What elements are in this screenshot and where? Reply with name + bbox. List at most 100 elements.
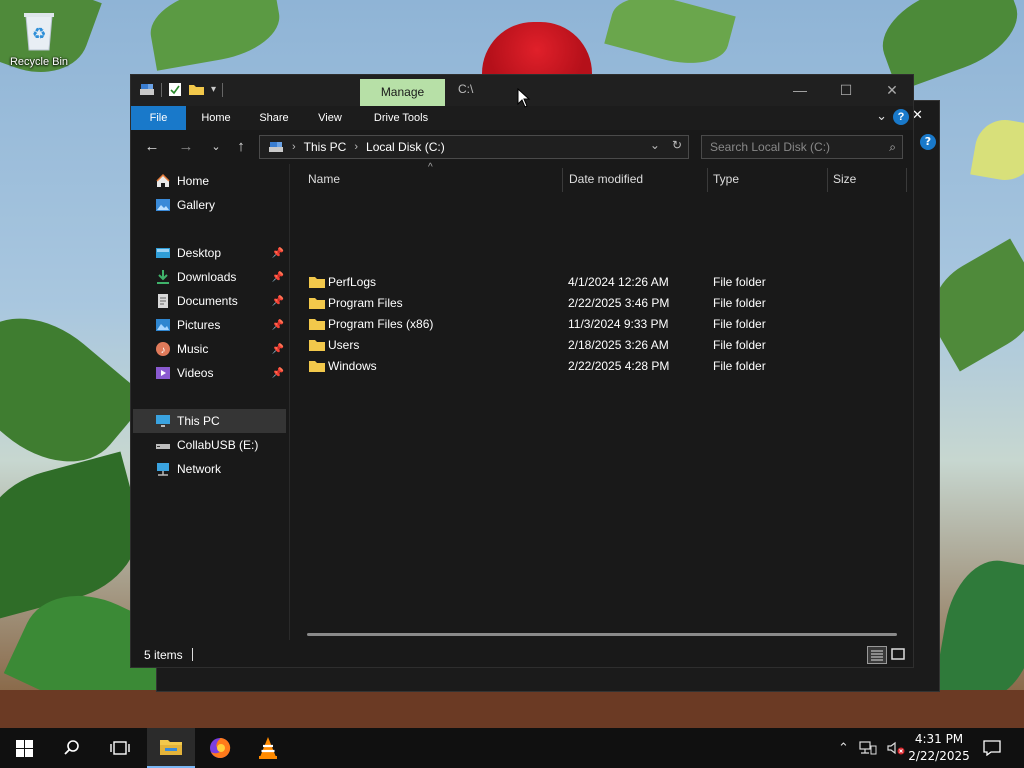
- taskbar: ⌃ 4:31 PM 2/22/2025: [0, 728, 1024, 768]
- sidebar-item-collabusb[interactable]: CollabUSB (E:): [133, 433, 286, 457]
- new-folder-icon[interactable]: [188, 83, 205, 96]
- tab-view[interactable]: View: [307, 106, 353, 130]
- tab-file[interactable]: File: [131, 106, 186, 130]
- mouse-cursor-icon: [517, 88, 531, 108]
- file-explorer-window: ▾ Manage C:\ — ☐ ✕ File Home Share View …: [130, 74, 914, 668]
- sidebar-item-network[interactable]: Network: [133, 457, 286, 481]
- recent-locations-icon[interactable]: ⌄: [205, 137, 227, 157]
- horizontal-scrollbar[interactable]: [307, 633, 897, 636]
- column-header-type[interactable]: Type: [713, 164, 739, 194]
- svg-text:♻: ♻: [32, 24, 46, 43]
- address-bar[interactable]: › This PC › Local Disk (C:) ⌄ ↻: [259, 135, 689, 159]
- pin-icon[interactable]: 📌: [272, 272, 284, 283]
- sidebar-item-documents[interactable]: Documents 📌: [133, 289, 286, 313]
- maximize-button[interactable]: ☐: [823, 75, 869, 106]
- recycle-bin-icon: ♻: [20, 8, 58, 52]
- pin-icon[interactable]: 📌: [272, 248, 284, 259]
- sidebar-item-music[interactable]: ♪ Music 📌: [133, 337, 286, 361]
- tab-share[interactable]: Share: [251, 106, 297, 130]
- back-arrow-icon[interactable]: ←: [141, 137, 163, 157]
- sidebar-item-downloads[interactable]: Downloads 📌: [133, 265, 286, 289]
- sidebar-item-pictures[interactable]: Pictures 📌: [133, 313, 286, 337]
- chevron-up-icon[interactable]: ⌃: [838, 741, 849, 756]
- details-view-icon: [871, 650, 883, 661]
- expand-ribbon-icon[interactable]: ⌄: [876, 108, 887, 124]
- folder-icon: [309, 340, 325, 351]
- table-row[interactable]: Program Files (x86) 11/3/2024 9:33 PM Fi…: [291, 314, 891, 335]
- computer-icon: [156, 415, 170, 427]
- navigation-bar: ← → ⌄ ↑ › This PC › Local Disk (C:) ⌄ ↻ …: [131, 130, 913, 164]
- windows-logo-icon: [15, 739, 33, 757]
- properties-icon[interactable]: [168, 82, 182, 97]
- refresh-icon[interactable]: ↻: [672, 138, 682, 152]
- task-view-button[interactable]: [96, 728, 144, 768]
- breadcrumb-local-disk[interactable]: Local Disk (C:): [366, 140, 445, 154]
- forward-arrow-icon[interactable]: →: [175, 137, 197, 157]
- sort-ascending-icon: ^: [428, 162, 433, 173]
- details-view-button[interactable]: [867, 646, 887, 664]
- taskbar-vlc[interactable]: [244, 728, 292, 768]
- breadcrumb-this-pc[interactable]: This PC: [304, 140, 347, 154]
- column-header-date-modified[interactable]: Date modified: [569, 164, 643, 194]
- recycle-bin-shortcut[interactable]: ♻ Recycle Bin: [6, 8, 72, 68]
- column-header-name[interactable]: Name: [308, 164, 340, 194]
- pin-icon[interactable]: 📌: [272, 368, 284, 379]
- pane-splitter[interactable]: [289, 164, 290, 640]
- folder-icon: [309, 277, 325, 288]
- close-button[interactable]: ✕: [869, 75, 915, 106]
- chevron-right-icon[interactable]: ›: [354, 141, 358, 153]
- table-row[interactable]: Program Files 2/22/2025 3:46 PM File fol…: [291, 293, 891, 314]
- drive-icon: [140, 83, 154, 95]
- download-icon: [157, 270, 169, 284]
- up-arrow-icon[interactable]: ↑: [230, 137, 252, 157]
- documents-icon: [158, 294, 168, 308]
- search-input[interactable]: Search Local Disk (C:) ⌕: [701, 135, 903, 159]
- tab-home[interactable]: Home: [193, 106, 239, 130]
- help-icon[interactable]: ?: [920, 134, 936, 150]
- home-icon: [156, 173, 170, 187]
- sidebar-item-desktop[interactable]: Desktop 📌: [133, 241, 286, 265]
- pin-icon[interactable]: 📌: [272, 320, 284, 331]
- table-row[interactable]: PerfLogs 4/1/2024 12:26 AM File folder: [291, 272, 891, 293]
- minimize-button[interactable]: —: [777, 75, 823, 106]
- background-window-controls: ✕ ?: [912, 100, 940, 692]
- recycle-bin-label: Recycle Bin: [9, 56, 69, 68]
- sidebar-item-videos[interactable]: Videos 📌: [133, 361, 286, 385]
- notification-icon: [983, 740, 1001, 756]
- search-button[interactable]: [48, 728, 96, 768]
- gallery-icon: [156, 199, 170, 211]
- network-icon: [157, 463, 169, 476]
- customize-toolbar-icon[interactable]: ▾: [211, 84, 216, 95]
- clock-time: 4:31 PM: [914, 732, 964, 746]
- chevron-right-icon[interactable]: ›: [292, 141, 296, 153]
- network-status-icon[interactable]: [859, 741, 877, 755]
- volume-muted-icon[interactable]: [887, 741, 905, 755]
- table-row[interactable]: Windows 2/22/2025 4:28 PM File folder: [291, 356, 891, 377]
- pin-icon[interactable]: 📌: [272, 344, 284, 355]
- sidebar-item-home[interactable]: Home: [133, 169, 286, 193]
- window-title: C:\: [458, 82, 474, 96]
- table-row[interactable]: Users 2/18/2025 3:26 AM File folder: [291, 335, 891, 356]
- quick-access-toolbar: ▾: [139, 82, 224, 97]
- notifications-button[interactable]: [970, 728, 1014, 768]
- sidebar-item-gallery[interactable]: Gallery: [133, 193, 286, 217]
- navigation-pane: Home Gallery Desktop 📌 Downloads 📌 Docum…: [131, 164, 289, 640]
- start-button[interactable]: [0, 728, 48, 768]
- tab-manage[interactable]: Manage: [360, 79, 445, 106]
- system-clock[interactable]: 4:31 PM 2/22/2025: [904, 731, 974, 765]
- search-icon: [64, 740, 79, 755]
- help-icon[interactable]: ?: [893, 109, 909, 125]
- vlc-icon: [259, 737, 277, 759]
- taskbar-firefox[interactable]: [196, 728, 244, 768]
- chevron-down-icon[interactable]: ⌄: [650, 138, 660, 152]
- taskbar-file-explorer[interactable]: [147, 728, 195, 768]
- folder-icon: [309, 298, 325, 309]
- column-header-size[interactable]: Size: [833, 164, 856, 194]
- pictures-icon: [156, 319, 170, 331]
- large-icons-view-button[interactable]: [889, 646, 909, 664]
- pin-icon[interactable]: 📌: [272, 296, 284, 307]
- sidebar-item-this-pc[interactable]: This PC: [133, 409, 286, 433]
- folder-icon: [309, 319, 325, 330]
- task-view-icon: [110, 741, 130, 755]
- tab-drive-tools[interactable]: Drive Tools: [365, 106, 437, 130]
